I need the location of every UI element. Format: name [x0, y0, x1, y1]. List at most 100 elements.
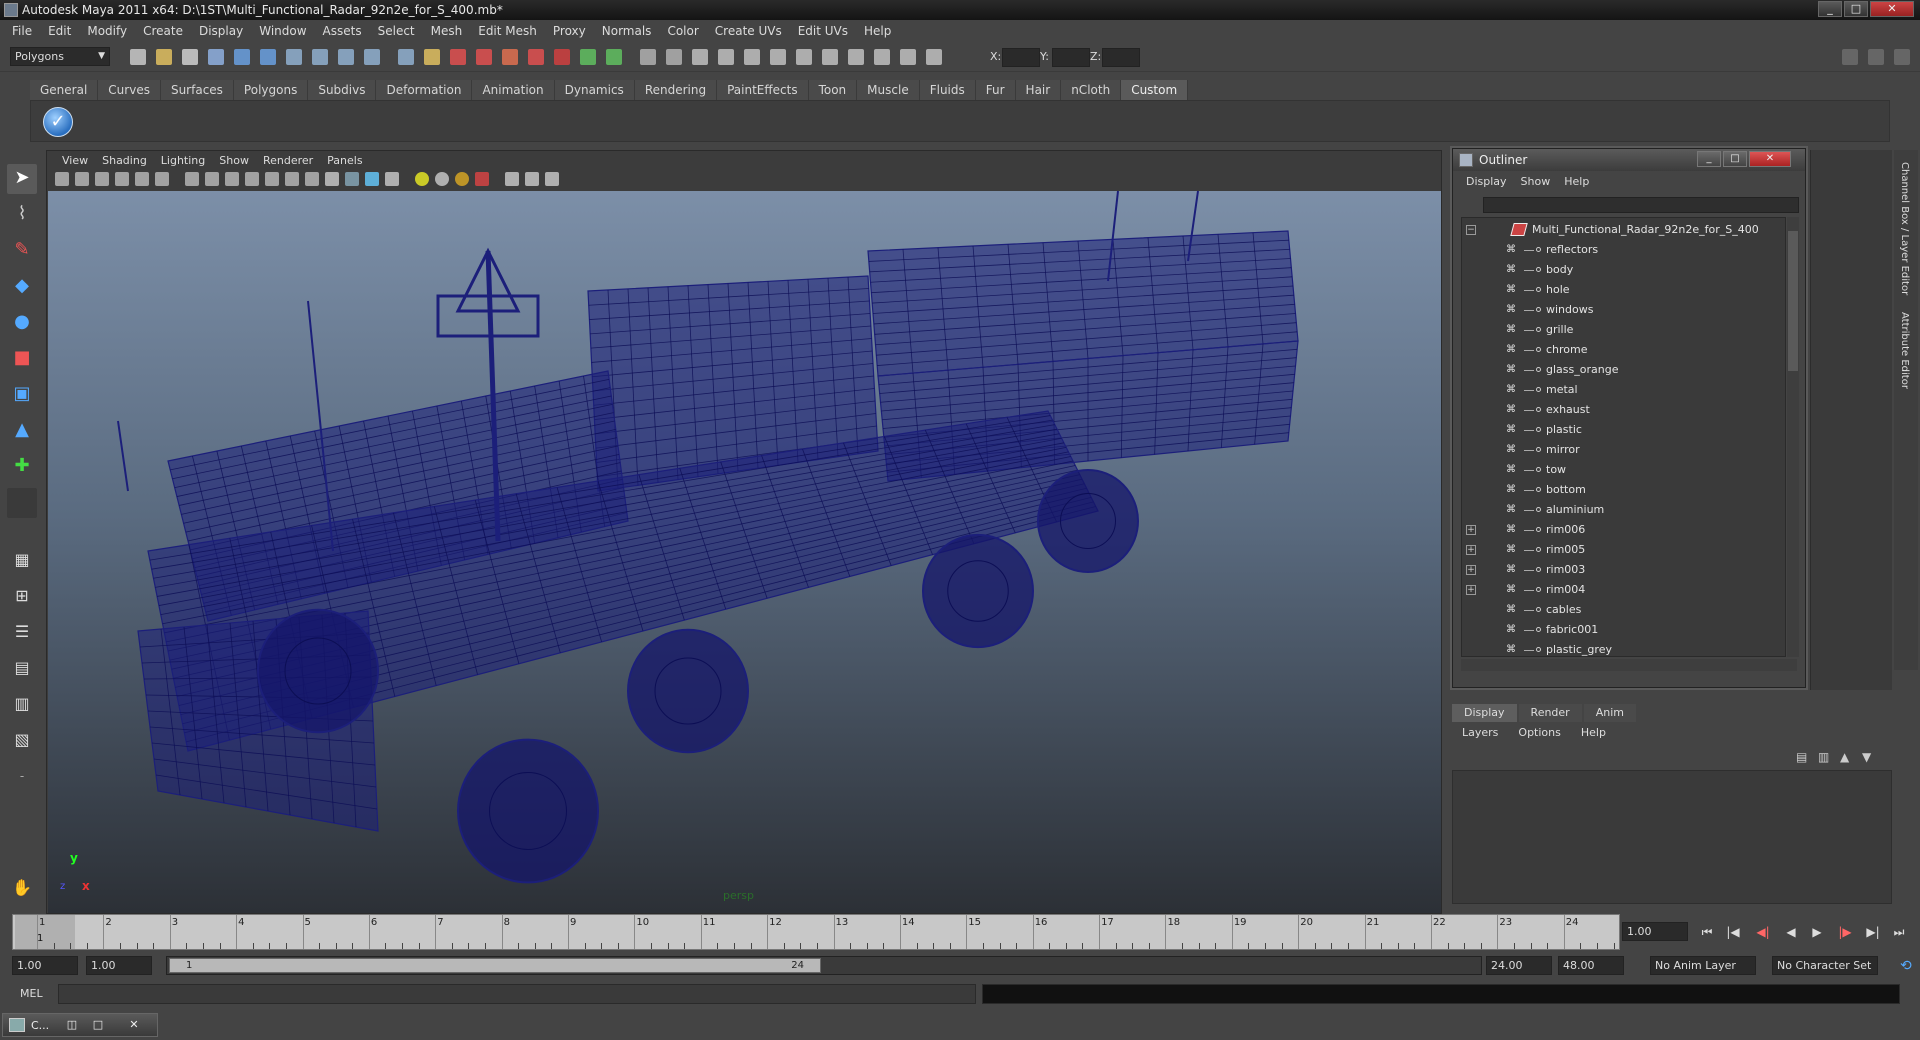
shelf-tab-rendering[interactable]: Rendering — [634, 80, 718, 100]
four-view-layout-icon[interactable]: ⊞ — [7, 582, 37, 612]
layer-up-icon[interactable]: ▲ — [1840, 750, 1849, 764]
outliner-layout-icon[interactable]: ☰ — [7, 618, 37, 648]
menu-display[interactable]: Display — [191, 24, 251, 38]
menu-set-dropdown[interactable]: Polygons ▼ — [10, 47, 110, 66]
menu-modify[interactable]: Modify — [79, 24, 135, 38]
z-coordinate-field[interactable] — [1102, 48, 1140, 67]
auto-key-icon[interactable]: ⟲ — [1900, 958, 1912, 974]
outliner-item[interactable]: + ⌘ rim005 — [1462, 540, 1782, 560]
snap-live-icon[interactable] — [398, 49, 414, 65]
xray-icon[interactable] — [475, 172, 489, 186]
layer-menu-layers[interactable]: Layers — [1452, 726, 1508, 744]
field-chart-icon[interactable] — [265, 172, 279, 186]
step-back-frame-button[interactable]: ◀| — [1752, 922, 1774, 942]
toggle-icon[interactable] — [926, 49, 942, 65]
paint-select-tool-icon[interactable]: ✎ — [7, 236, 37, 266]
wireframe-icon[interactable] — [325, 172, 339, 186]
soft-mod-tool-icon[interactable]: ▲ — [7, 416, 37, 446]
layer-tab-display[interactable]: Display — [1452, 704, 1517, 722]
xray-joint-icon[interactable] — [525, 172, 539, 186]
outliner-item[interactable]: ⌘ chrome — [1462, 340, 1782, 360]
minimize-button[interactable]: _ — [1818, 1, 1842, 17]
new-layer-icon[interactable]: ▤ — [1796, 750, 1807, 764]
shelf-tab-toon[interactable]: Toon — [808, 80, 858, 100]
outliner-item[interactable]: ⌘ body — [1462, 260, 1782, 280]
menu-color[interactable]: Color — [659, 24, 706, 38]
show-render-icon[interactable] — [554, 49, 570, 65]
outliner-item[interactable]: ⌘ bottom — [1462, 480, 1782, 500]
sculpt-icon[interactable] — [744, 49, 760, 65]
outliner-minimize-button[interactable]: _ — [1697, 151, 1721, 167]
viewport-menu-shading[interactable]: Shading — [95, 154, 154, 167]
menu-edit-mesh[interactable]: Edit Mesh — [470, 24, 545, 38]
layer-down-icon[interactable]: ▼ — [1862, 750, 1871, 764]
y-coordinate-field[interactable] — [1052, 48, 1090, 67]
expand-icon[interactable]: + — [1466, 585, 1476, 595]
outliner-vertical-scrollbar[interactable] — [1787, 217, 1799, 657]
outliner-horizontal-scrollbar[interactable] — [1461, 659, 1797, 671]
outliner-item[interactable]: ⌘ aluminium — [1462, 500, 1782, 520]
grease-pencil-icon[interactable] — [155, 172, 169, 186]
graph-icon[interactable] — [874, 49, 890, 65]
outliner-menu-display[interactable]: Display — [1461, 175, 1516, 193]
select-tool-icon[interactable]: ➤ — [7, 164, 37, 194]
outliner-item[interactable]: ⌘ glass_orange — [1462, 360, 1782, 380]
timeline-icon[interactable] — [900, 49, 916, 65]
default-light-icon[interactable] — [415, 172, 429, 186]
bookmark-icon[interactable] — [95, 172, 109, 186]
textured-icon[interactable] — [385, 172, 399, 186]
last-tool-slot[interactable] — [7, 488, 37, 518]
play-backwards-button[interactable]: ◀ — [1780, 922, 1802, 942]
new-layer-selected-icon[interactable]: ▥ — [1818, 750, 1829, 764]
viewport-menu-panels[interactable]: Panels — [320, 154, 369, 167]
smooth-shade-icon[interactable] — [345, 172, 359, 186]
shelf-tab-polygons[interactable]: Polygons — [233, 80, 309, 100]
select-object-icon[interactable] — [234, 49, 250, 65]
save-scene-icon[interactable] — [182, 49, 198, 65]
hand-icon[interactable]: ✋ — [7, 874, 37, 904]
outliner-root-row[interactable]: − Multi_Functional_Radar_92n2e_for_S_400 — [1462, 220, 1782, 240]
shelf-tab-painteffects[interactable]: PaintEffects — [717, 80, 809, 100]
outliner-item[interactable]: + ⌘ rim006 — [1462, 520, 1782, 540]
viewport-menu-renderer[interactable]: Renderer — [256, 154, 320, 167]
script-icon[interactable] — [822, 49, 838, 65]
outliner-maximize-button[interactable]: □ — [1723, 151, 1747, 167]
select-hierarchy-icon[interactable] — [208, 49, 224, 65]
restore-icon[interactable]: ◫ — [63, 1017, 81, 1033]
check-icon[interactable]: ✓ — [43, 107, 73, 137]
shelf-tab-general[interactable]: General — [30, 80, 99, 100]
hypershade-layout-icon[interactable]: ▥ — [7, 690, 37, 720]
menu-file[interactable]: File — [4, 24, 40, 38]
grid-icon[interactable] — [185, 172, 199, 186]
layer-tab-anim[interactable]: Anim — [1583, 704, 1636, 722]
snap-curve-icon[interactable] — [312, 49, 328, 65]
single-perspective-layout-icon[interactable]: ▦ — [7, 546, 37, 576]
end-time-field[interactable]: 48.00 — [1558, 956, 1624, 975]
channel-box-tab[interactable]: Channel Box / Layer Editor — [1899, 162, 1910, 295]
hypershade-icon[interactable] — [528, 49, 544, 65]
shelf-tab-deformation[interactable]: Deformation — [376, 80, 473, 100]
current-frame-field[interactable]: 1.00 — [1622, 922, 1688, 941]
attribute-icon[interactable] — [770, 49, 786, 65]
new-scene-icon[interactable] — [130, 49, 146, 65]
layer-menu-options[interactable]: Options — [1508, 726, 1570, 744]
camera-select-icon[interactable] — [55, 172, 69, 186]
outliner-item[interactable]: ⌘ fabric001 — [1462, 620, 1782, 640]
outliner-item[interactable]: + ⌘ rim003 — [1462, 560, 1782, 580]
lock-icon[interactable] — [666, 49, 682, 65]
collapse-icon[interactable]: − — [1466, 225, 1476, 235]
step-back-key-button[interactable]: |◀ — [1722, 922, 1744, 942]
outliner-item[interactable]: ⌘ reflectors — [1462, 240, 1782, 260]
shelf-tab-curves[interactable]: Curves — [98, 80, 161, 100]
close-icon[interactable]: ✕ — [125, 1017, 143, 1033]
go-to-end-button[interactable]: ⏭ — [1888, 922, 1910, 942]
shelf-tab-dynamics[interactable]: Dynamics — [554, 80, 635, 100]
channel-box-toggle-icon[interactable] — [1868, 49, 1884, 65]
outliner-item[interactable]: ⌘ metal — [1462, 380, 1782, 400]
outliner-menu-show[interactable]: Show — [1516, 175, 1560, 193]
shelf-tab-animation[interactable]: Animation — [472, 80, 555, 100]
select-component-icon[interactable] — [260, 49, 276, 65]
outliner-item[interactable]: ⌘ mirror — [1462, 440, 1782, 460]
range-slider-thumb[interactable]: 1 24 — [169, 958, 821, 973]
history-icon[interactable] — [424, 49, 440, 65]
